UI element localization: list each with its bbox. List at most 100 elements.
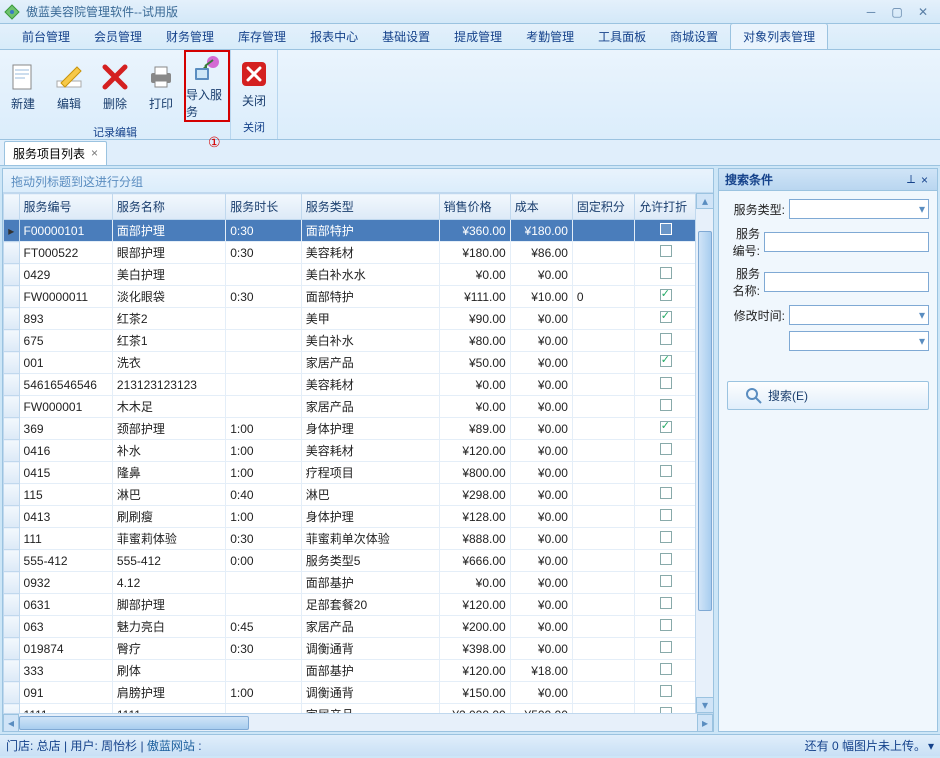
discount-checkbox[interactable] bbox=[660, 553, 672, 565]
status-bar: 门店: 总店 | 用户: 周怡杉 | 傲蓝网站 : 还有 0 幅图片未上传。 ▾ bbox=[0, 734, 940, 756]
table-row[interactable]: 11111111家居产品¥2,000.00¥500.00 bbox=[4, 704, 713, 714]
scroll-thumb[interactable] bbox=[19, 716, 249, 730]
discount-checkbox[interactable] bbox=[660, 289, 672, 301]
discount-checkbox[interactable] bbox=[660, 443, 672, 455]
menu-tab-4[interactable]: 报表中心 bbox=[298, 24, 370, 49]
column-header[interactable]: 服务时长 bbox=[226, 194, 302, 220]
vertical-scrollbar[interactable]: ▴ ▾ bbox=[695, 193, 713, 713]
table-row[interactable]: FW0000011淡化眼袋0:30面部特护¥111.00¥10.000 bbox=[4, 286, 713, 308]
print-button[interactable]: 打印 bbox=[138, 50, 184, 122]
maximize-button[interactable]: ▢ bbox=[884, 3, 910, 21]
group-panel[interactable]: 拖动列标题到这进行分组 bbox=[3, 169, 713, 193]
discount-checkbox[interactable] bbox=[660, 377, 672, 389]
table-row[interactable]: 019874臀疗0:30调衡通背¥398.00¥0.00 bbox=[4, 638, 713, 660]
table-row[interactable]: 893红茶2美甲¥90.00¥0.00 bbox=[4, 308, 713, 330]
scroll-left-icon[interactable]: ◂ bbox=[3, 714, 19, 732]
menu-tab-9[interactable]: 商城设置 bbox=[658, 24, 730, 49]
discount-checkbox[interactable] bbox=[660, 399, 672, 411]
ribbon: 新建 编辑 删除 打印 导入服务 记录编辑 关闭 bbox=[0, 50, 940, 140]
horizontal-scrollbar[interactable]: ◂ ▸ bbox=[3, 713, 713, 731]
chevron-down-icon[interactable]: ▾ bbox=[928, 739, 934, 753]
discount-checkbox[interactable] bbox=[660, 663, 672, 675]
menu-tab-8[interactable]: 工具面板 bbox=[586, 24, 658, 49]
column-header[interactable]: 固定积分 bbox=[572, 194, 634, 220]
app-icon bbox=[4, 4, 20, 20]
discount-checkbox[interactable] bbox=[660, 333, 672, 345]
close-tab-button[interactable]: 关闭 bbox=[231, 50, 277, 117]
column-header[interactable]: 服务类型 bbox=[301, 194, 439, 220]
panel-close-icon[interactable]: × bbox=[918, 173, 931, 187]
discount-checkbox[interactable] bbox=[660, 223, 672, 235]
scroll-down-icon[interactable]: ▾ bbox=[696, 697, 714, 713]
menu-tab-7[interactable]: 考勤管理 bbox=[514, 24, 586, 49]
modify-time-to-combo[interactable] bbox=[789, 331, 929, 351]
discount-checkbox[interactable] bbox=[660, 465, 672, 477]
table-row[interactable]: 54616546546213123123123美容耗材¥0.00¥0.00 bbox=[4, 374, 713, 396]
table-row[interactable]: 115淋巴0:40淋巴¥298.00¥0.00 bbox=[4, 484, 713, 506]
delete-button[interactable]: 删除 bbox=[92, 50, 138, 122]
column-header[interactable]: 允许打折 bbox=[635, 194, 697, 220]
document-tab[interactable]: 服务项目列表 × bbox=[4, 141, 107, 165]
menu-tab-6[interactable]: 提成管理 bbox=[442, 24, 514, 49]
discount-checkbox[interactable] bbox=[660, 245, 672, 257]
column-header[interactable]: 服务名称 bbox=[112, 194, 225, 220]
search-button[interactable]: 搜索(E) bbox=[727, 381, 929, 410]
table-row[interactable]: 0413刷刷瘦1:00身体护理¥128.00¥0.00 bbox=[4, 506, 713, 528]
menu-tab-10[interactable]: 对象列表管理 bbox=[730, 23, 828, 49]
menu-tab-5[interactable]: 基础设置 bbox=[370, 24, 442, 49]
minimize-button[interactable]: ─ bbox=[858, 3, 884, 21]
discount-checkbox[interactable] bbox=[660, 355, 672, 367]
close-icon bbox=[238, 58, 270, 90]
service-type-combo[interactable] bbox=[789, 199, 929, 219]
column-header[interactable]: 销售价格 bbox=[439, 194, 510, 220]
column-header[interactable]: 服务编号 bbox=[19, 194, 112, 220]
discount-checkbox[interactable] bbox=[660, 509, 672, 521]
service-name-input[interactable] bbox=[764, 272, 929, 292]
discount-checkbox[interactable] bbox=[660, 641, 672, 653]
close-window-button[interactable]: ✕ bbox=[910, 3, 936, 21]
menu-tab-3[interactable]: 库存管理 bbox=[226, 24, 298, 49]
table-row[interactable]: FW000001木木足家居产品¥0.00¥0.00 bbox=[4, 396, 713, 418]
discount-checkbox[interactable] bbox=[660, 575, 672, 587]
table-row[interactable]: 091肩膀护理1:00调衡通背¥150.00¥0.00 bbox=[4, 682, 713, 704]
new-button[interactable]: 新建 bbox=[0, 50, 46, 122]
menu-tab-0[interactable]: 前台管理 bbox=[10, 24, 82, 49]
table-row[interactable]: 0429美白护理美白补水水¥0.00¥0.00 bbox=[4, 264, 713, 286]
table-row[interactable]: 675红茶1美白补水¥80.00¥0.00 bbox=[4, 330, 713, 352]
table-row[interactable]: 111菲蜜莉体验0:30菲蜜莉单次体验¥888.00¥0.00 bbox=[4, 528, 713, 550]
modify-time-from-combo[interactable] bbox=[789, 305, 929, 325]
import-service-button[interactable]: 导入服务 bbox=[184, 50, 230, 122]
table-row[interactable]: 063魅力亮白0:45家居产品¥200.00¥0.00 bbox=[4, 616, 713, 638]
delete-icon bbox=[99, 61, 131, 93]
discount-checkbox[interactable] bbox=[660, 597, 672, 609]
column-header[interactable]: 成本 bbox=[510, 194, 572, 220]
table-row[interactable]: FT000522眼部护理0:30美容耗材¥180.00¥86.00 bbox=[4, 242, 713, 264]
discount-checkbox[interactable] bbox=[660, 487, 672, 499]
discount-checkbox[interactable] bbox=[660, 531, 672, 543]
table-row[interactable]: 333刷体面部基护¥120.00¥18.00 bbox=[4, 660, 713, 682]
pin-icon[interactable]: ⟂ bbox=[904, 172, 918, 187]
scroll-thumb[interactable] bbox=[698, 231, 712, 611]
discount-checkbox[interactable] bbox=[660, 311, 672, 323]
table-row[interactable]: 369颈部护理1:00身体护理¥89.00¥0.00 bbox=[4, 418, 713, 440]
discount-checkbox[interactable] bbox=[660, 619, 672, 631]
menu-tab-1[interactable]: 会员管理 bbox=[82, 24, 154, 49]
menu-tab-2[interactable]: 财务管理 bbox=[154, 24, 226, 49]
table-row[interactable]: 0416补水1:00美容耗材¥120.00¥0.00 bbox=[4, 440, 713, 462]
table-row[interactable]: 001洗衣家居产品¥50.00¥0.00 bbox=[4, 352, 713, 374]
scroll-up-icon[interactable]: ▴ bbox=[696, 193, 714, 209]
discount-checkbox[interactable] bbox=[660, 267, 672, 279]
edit-button[interactable]: 编辑 bbox=[46, 50, 92, 122]
website-link[interactable]: 傲蓝网站 bbox=[147, 739, 195, 753]
menu-bar: 前台管理会员管理财务管理库存管理报表中心基础设置提成管理考勤管理工具面板商城设置… bbox=[0, 24, 940, 50]
table-row[interactable]: ▸F00000101面部护理0:30面部特护¥360.00¥180.00 bbox=[4, 220, 713, 242]
service-id-input[interactable] bbox=[764, 232, 929, 252]
discount-checkbox[interactable] bbox=[660, 421, 672, 433]
table-row[interactable]: 0631脚部护理足部套餐20¥120.00¥0.00 bbox=[4, 594, 713, 616]
tab-close-icon[interactable]: × bbox=[91, 146, 98, 160]
table-row[interactable]: 555-412555-4120:00服务类型5¥666.00¥0.00 bbox=[4, 550, 713, 572]
discount-checkbox[interactable] bbox=[660, 685, 672, 697]
table-row[interactable]: 0415隆鼻1:00疗程项目¥800.00¥0.00 bbox=[4, 462, 713, 484]
table-row[interactable]: 09324.12面部基护¥0.00¥0.00 bbox=[4, 572, 713, 594]
scroll-right-icon[interactable]: ▸ bbox=[697, 714, 713, 732]
